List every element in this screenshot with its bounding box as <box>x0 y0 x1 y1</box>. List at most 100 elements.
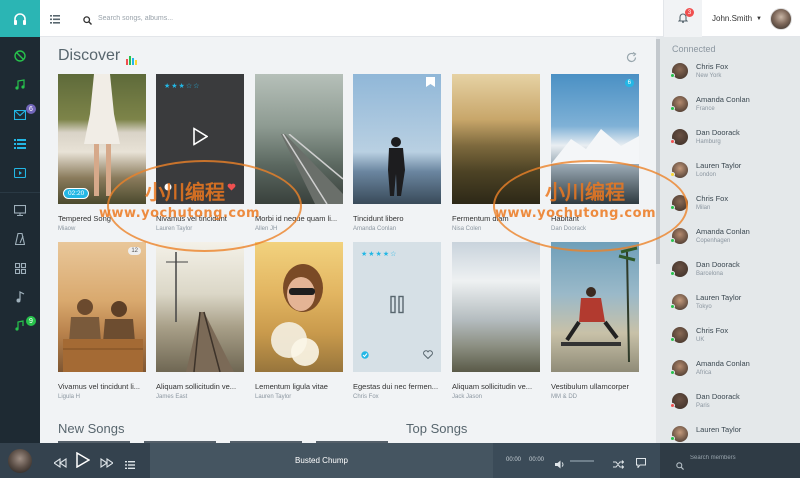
nav-music[interactable] <box>0 72 40 101</box>
play-icon[interactable] <box>192 127 209 151</box>
card-artist[interactable]: MM & DD <box>551 394 639 400</box>
menu-toggle-icon[interactable] <box>50 11 60 29</box>
album-cover[interactable] <box>156 242 244 372</box>
member-location: Africa <box>696 370 712 376</box>
pause-icon[interactable] <box>390 295 404 319</box>
album-card[interactable]: 12 Vivamus vel tincidunt li... Ligula H <box>58 242 146 400</box>
member-info: Chris Fox New York <box>696 62 728 79</box>
card-artist[interactable]: Ligula H <box>58 394 146 400</box>
check-circle-icon[interactable] <box>361 346 369 364</box>
member-item[interactable]: Lauren Taylor <box>660 425 800 443</box>
comment-icon[interactable] <box>636 455 646 473</box>
member-item[interactable]: Amanda Conlan France <box>660 95 800 129</box>
member-name: Chris Fox <box>696 62 729 71</box>
volume-icon[interactable] <box>555 456 565 474</box>
card-artist[interactable]: Lauren Taylor <box>255 394 343 400</box>
album-cover[interactable] <box>353 74 441 204</box>
avatar[interactable] <box>8 449 32 473</box>
album-card[interactable]: Aliquam sollicitudin ve... Jack Jason <box>452 242 540 400</box>
album-card[interactable]: Aliquam sollicitudin ve... James East <box>156 242 244 400</box>
avatar <box>670 327 688 343</box>
member-item[interactable]: Dan Doorack Barcelona <box>660 260 800 294</box>
card-title[interactable]: Vivamus vel tincidunt li... <box>58 382 146 391</box>
member-name: Dan Doorack <box>696 128 740 137</box>
member-location: New York <box>696 73 722 79</box>
card-title[interactable]: Aliquam sollicitudin ve... <box>156 382 244 391</box>
avatar <box>670 360 688 376</box>
shuffle-icon[interactable] <box>613 456 625 474</box>
avatar <box>670 393 688 409</box>
member-location: Tokyo <box>696 304 712 310</box>
member-info: Amanda Conlan Copenhagen <box>696 227 750 244</box>
status-dot <box>670 106 675 111</box>
card-title[interactable]: Lementum ligula vitae <box>255 382 343 391</box>
previous-icon[interactable] <box>53 455 67 473</box>
grid-icon <box>14 261 26 279</box>
member-info: Dan Doorack Barcelona <box>696 260 740 277</box>
album-card[interactable]: Lementum ligula vitae Lauren Taylor <box>255 242 343 400</box>
play-icon[interactable] <box>76 451 91 473</box>
album-cover[interactable] <box>551 242 639 372</box>
card-title[interactable]: Tincidunt libero <box>353 214 441 223</box>
user-menu[interactable]: John.Smith ▼ <box>712 0 792 37</box>
nav-note[interactable] <box>0 284 40 313</box>
card-artist[interactable]: Amanda Conlan <box>353 226 441 232</box>
bookmark-icon[interactable] <box>426 74 435 92</box>
member-item[interactable]: Chris Fox New York <box>660 62 800 96</box>
album-card[interactable]: Vestibulum ullamcorper MM & DD <box>551 242 639 400</box>
volume-slider[interactable] <box>570 460 594 462</box>
nav-downloads[interactable]: 9 <box>0 313 40 342</box>
nav-video[interactable] <box>0 159 40 188</box>
notifications-button[interactable]: 3 <box>663 0 702 37</box>
member-item[interactable]: Dan Doorack Hamburg <box>660 128 800 162</box>
monitor-icon <box>13 203 27 221</box>
nav-list[interactable] <box>0 130 40 159</box>
member-location: UK <box>696 337 705 343</box>
member-item[interactable]: Dan Doorack Paris <box>660 392 800 426</box>
playlist-icon[interactable] <box>125 456 135 474</box>
page-title: Discover <box>58 47 121 64</box>
member-info: Amanda Conlan Africa <box>696 359 750 376</box>
member-location: France <box>696 106 715 112</box>
nav-metronome[interactable] <box>0 226 40 255</box>
headphones-logo-icon[interactable] <box>0 0 40 37</box>
search-members-input[interactable] <box>690 455 790 461</box>
search-icon <box>676 457 684 475</box>
member-item[interactable]: Amanda Conlan Copenhagen <box>660 227 800 261</box>
search-input[interactable] <box>98 10 318 26</box>
refresh-icon[interactable] <box>626 50 637 68</box>
album-cover[interactable]: ★★★★☆ <box>353 242 441 372</box>
nav-discover[interactable] <box>0 43 40 72</box>
rating-stars[interactable]: ★★★☆☆ <box>164 82 200 90</box>
member-item[interactable]: Lauren Taylor Tokyo <box>660 293 800 327</box>
search-icon <box>83 12 92 30</box>
card-artist[interactable]: James East <box>156 394 244 400</box>
status-dot <box>670 304 675 309</box>
card-artist[interactable]: Jack Jason <box>452 394 540 400</box>
status-dot <box>670 139 675 144</box>
status-dot <box>670 172 675 177</box>
member-location: Barcelona <box>696 271 724 277</box>
next-icon[interactable] <box>100 455 114 473</box>
player-controls <box>0 443 150 478</box>
nav-grid[interactable] <box>0 255 40 284</box>
album-card[interactable]: Tincidunt libero Amanda Conlan <box>353 74 441 232</box>
heart-icon[interactable] <box>423 346 433 364</box>
card-title[interactable]: Aliquam sollicitudin ve... <box>452 382 540 391</box>
card-artist[interactable]: Chris Fox <box>353 394 441 400</box>
nav-monitor[interactable] <box>0 197 40 226</box>
album-cover[interactable]: 12 <box>58 242 146 372</box>
member-item[interactable]: Chris Fox UK <box>660 326 800 360</box>
album-card[interactable]: ★★★★☆ Egestas dui nec fermen... Chris Fo… <box>353 242 441 400</box>
album-cover[interactable] <box>255 242 343 372</box>
connected-sidebar: Connected Chris Fox New York Amanda Conlan… <box>660 37 800 443</box>
card-title[interactable]: Egestas dui nec fermen... <box>353 382 441 391</box>
card-title[interactable]: Vestibulum ullamcorper <box>551 382 639 391</box>
now-playing: Busted Chump <box>150 443 493 478</box>
nav-mail[interactable]: 6 <box>0 101 40 130</box>
avatar <box>769 7 792 30</box>
avatar <box>670 426 688 442</box>
album-cover[interactable] <box>452 242 540 372</box>
rating-stars[interactable]: ★★★★☆ <box>361 250 397 258</box>
member-item[interactable]: Amanda Conlan Africa <box>660 359 800 393</box>
